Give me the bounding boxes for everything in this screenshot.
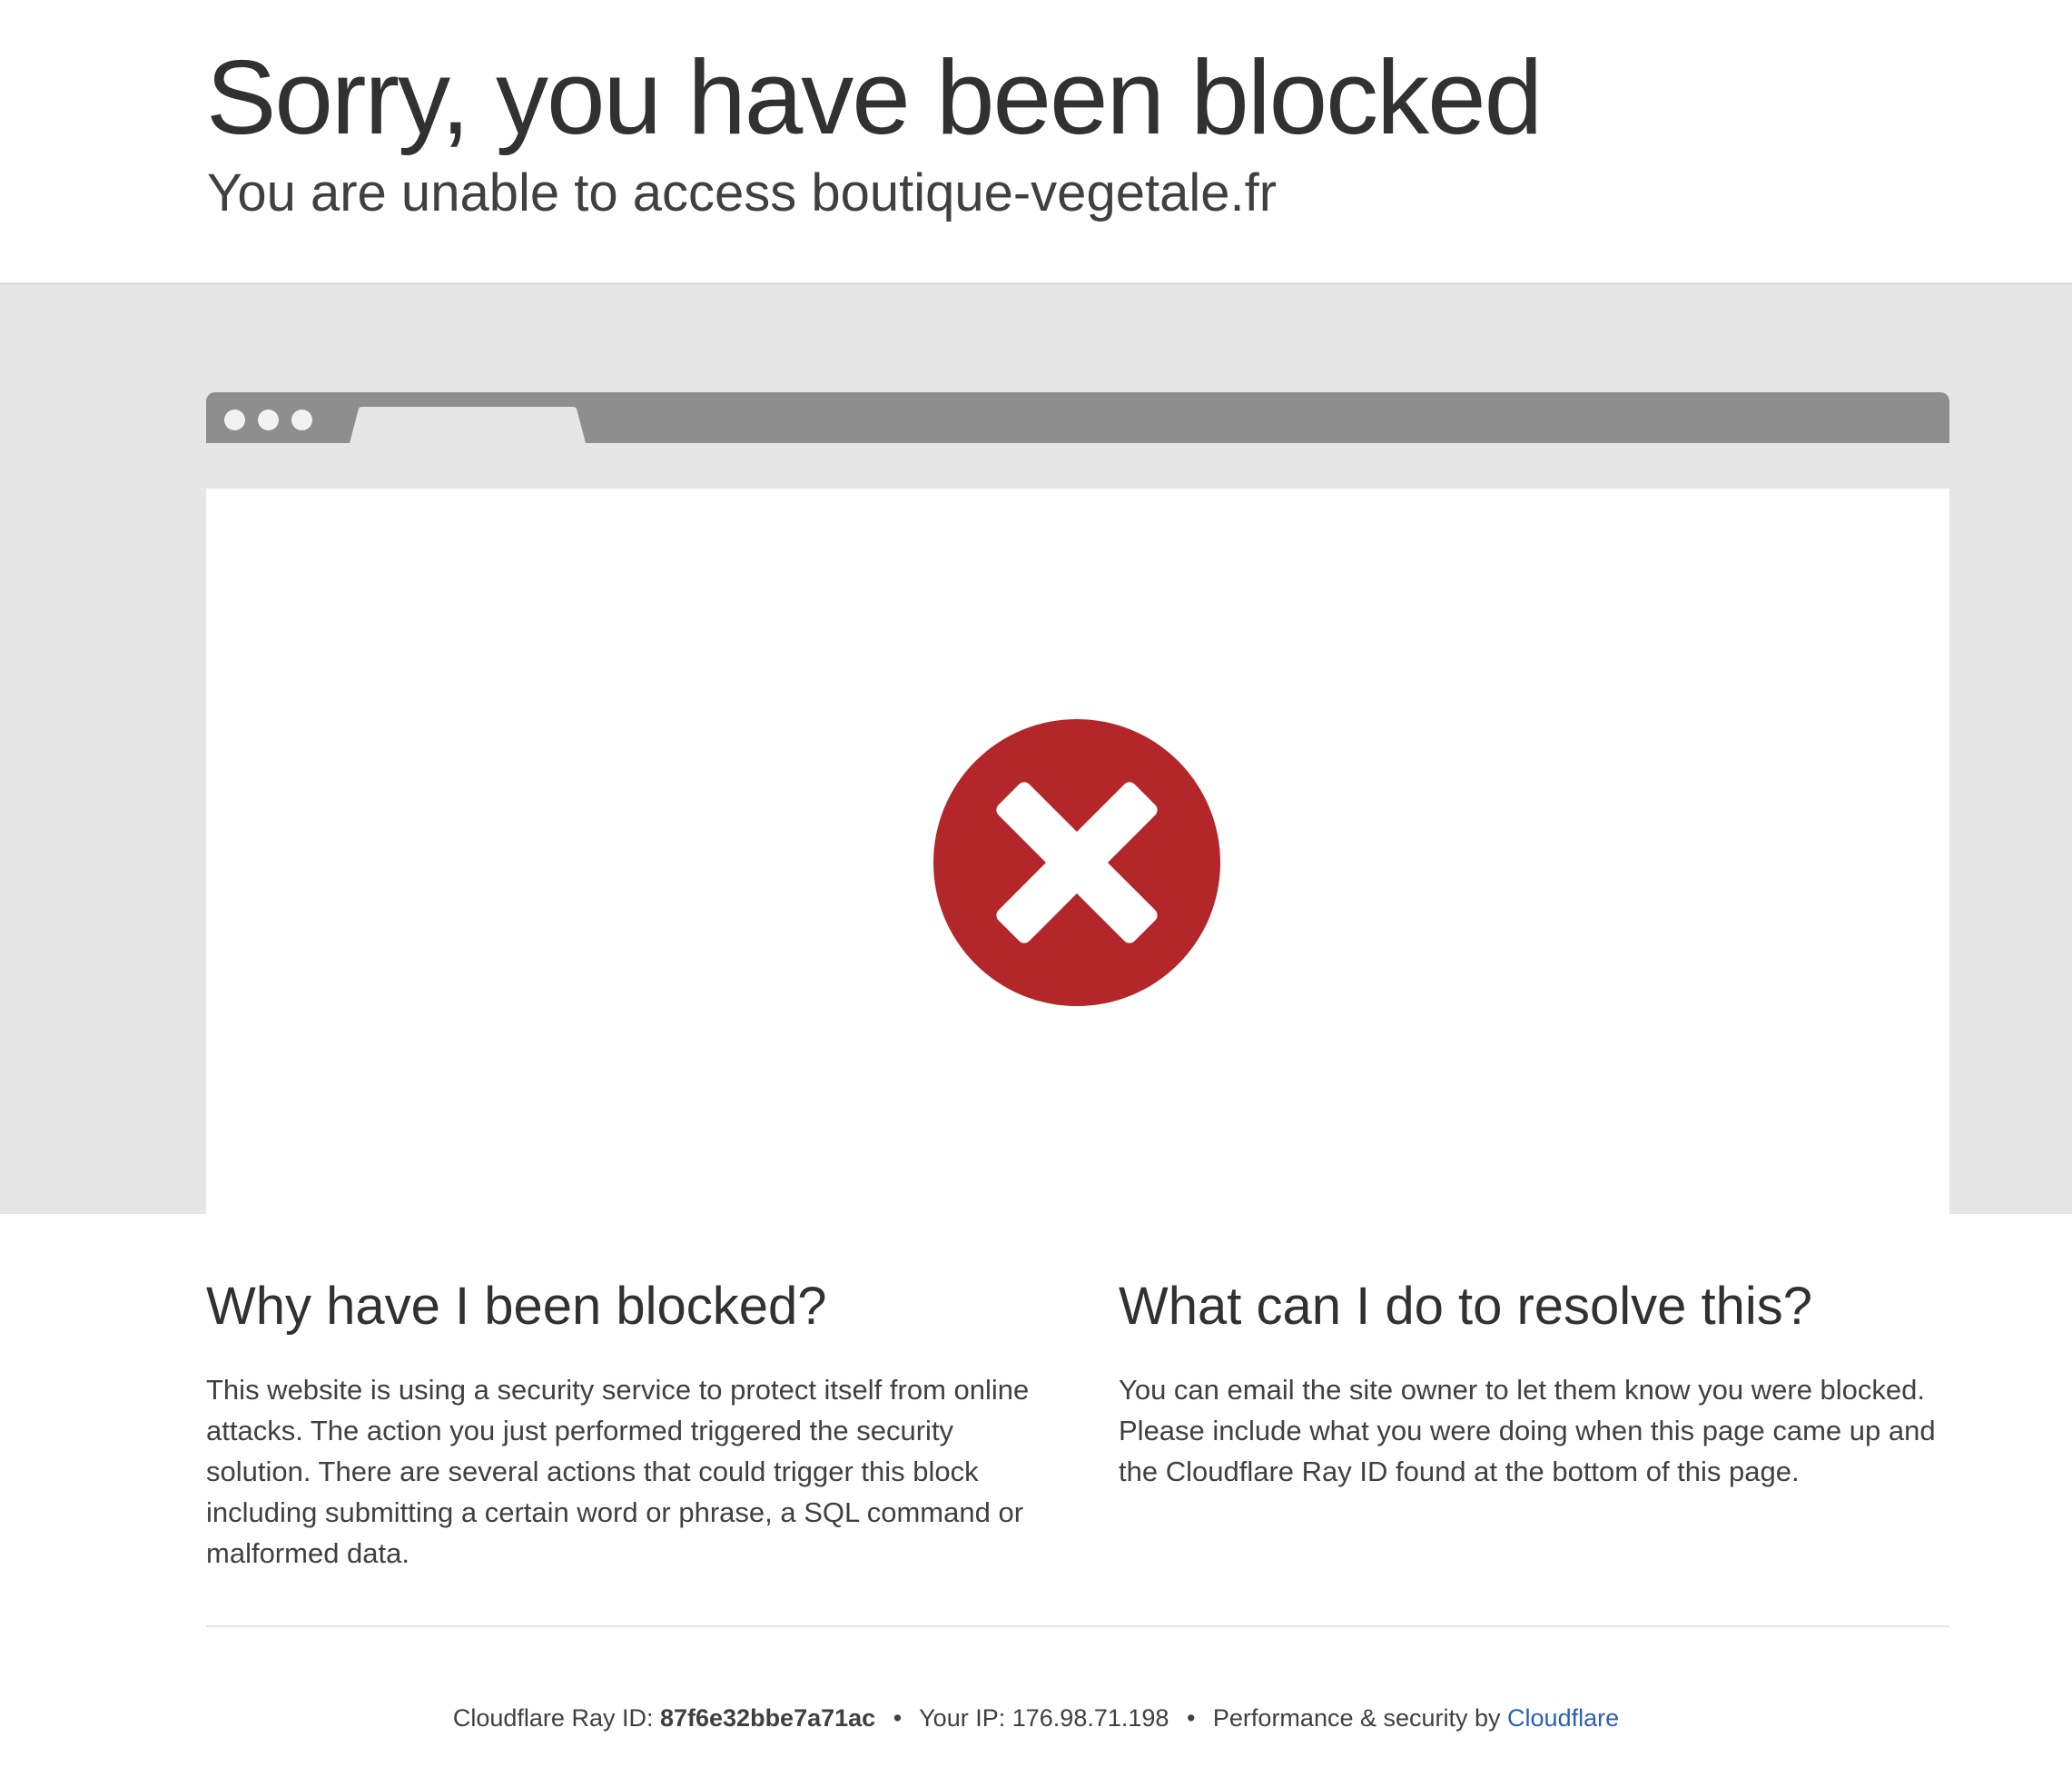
window-dot-icon <box>291 410 312 430</box>
browser-illustration-bar <box>206 392 1949 443</box>
why-blocked-text: This website is using a security service… <box>206 1374 1030 1569</box>
ip-value: 176.98.71.198 <box>1011 1704 1169 1732</box>
why-blocked-heading: Why have I been blocked? <box>206 1277 827 1336</box>
cloudflare-link[interactable]: Cloudflare <box>1507 1704 1619 1732</box>
resolve-heading: What can I do to resolve this? <box>1119 1277 1813 1336</box>
footer-divider <box>206 1625 1949 1627</box>
page-header: Sorry, you have been blocked You are una… <box>0 0 2072 282</box>
browser-tab-icon <box>350 407 586 443</box>
footer-separator: • <box>893 1704 903 1732</box>
ip-label: Your IP: <box>919 1704 1006 1732</box>
footer: Cloudflare Ray ID: 87f6e32bbe7a71ac • Yo… <box>0 1700 2072 1736</box>
ray-id-label: Cloudflare Ray ID: <box>452 1704 654 1732</box>
page-title: Sorry, you have been blocked <box>206 38 1543 156</box>
footer-separator: • <box>1186 1704 1196 1732</box>
resolve-text: You can email the site owner to let them… <box>1119 1374 1936 1487</box>
performance-label: Performance & security by <box>1212 1704 1501 1732</box>
error-x-icon <box>933 719 1220 1006</box>
page-subtitle: You are unable to access boutique-vegeta… <box>207 163 1278 222</box>
ray-id-value: 87f6e32bbe7a71ac <box>659 1704 876 1732</box>
window-dot-icon <box>258 410 279 430</box>
window-dot-icon <box>224 410 245 430</box>
